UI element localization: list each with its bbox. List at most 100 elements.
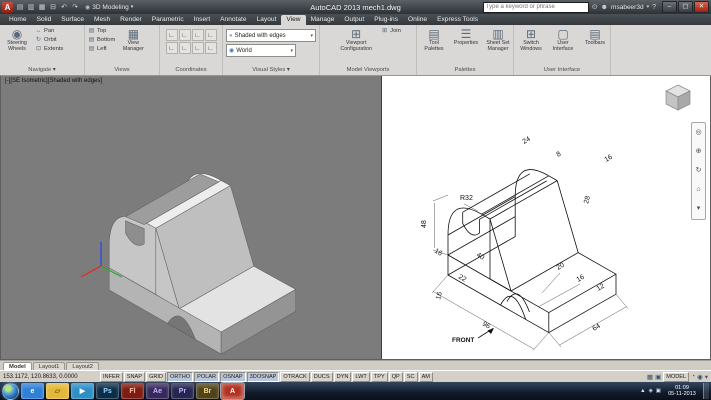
- ribbon-tab[interactable]: Layout: [252, 15, 282, 25]
- wireframe-canvas[interactable]: 16248R324816402822201612961664 FRONT: [382, 76, 710, 359]
- palette-button[interactable]: ▥ Sheet Set Manager: [483, 27, 513, 53]
- palette-button[interactable]: ▤ Tool Palettes: [419, 27, 449, 53]
- taskbar-app-button[interactable]: Pr: [171, 383, 194, 399]
- viewport-shaded[interactable]: [-][SE Isometric][Shaded with edges]: [1, 76, 382, 359]
- navbar-tool-icon[interactable]: ⊕: [696, 148, 702, 156]
- navbar-tool-icon[interactable]: ▾: [697, 205, 701, 213]
- ribbon-tab[interactable]: Annotate: [215, 15, 251, 25]
- search-icon[interactable]: ⊙: [592, 3, 598, 11]
- ribbon-tab[interactable]: Plug-ins: [369, 15, 403, 25]
- panel-label-model-viewports[interactable]: Model Viewports: [320, 65, 416, 75]
- ribbon-tab[interactable]: Manage: [306, 15, 340, 25]
- qat-icon[interactable]: ↷: [70, 3, 80, 11]
- signin-caret-icon[interactable]: ▾: [647, 4, 650, 10]
- start-button[interactable]: [2, 383, 19, 400]
- ucs-world-dropdown[interactable]: ◉ World ▾: [226, 44, 296, 57]
- viewport-wireframe[interactable]: 16248R324816402822201612961664 FRONT ◎ ⊕ ↻…: [382, 76, 710, 359]
- status-toggle-button[interactable]: SC: [404, 372, 418, 382]
- minimize-button[interactable]: –: [662, 1, 677, 13]
- ribbon-tab[interactable]: Home: [4, 15, 32, 25]
- taskbar-app-button[interactable]: A: [221, 383, 244, 399]
- ucs-tool-icon[interactable]: ∟: [179, 29, 191, 41]
- help-icon[interactable]: ?: [652, 4, 656, 11]
- ucs-tool-icon[interactable]: ∟: [205, 42, 217, 54]
- taskbar-app-button[interactable]: ▱: [46, 383, 69, 399]
- ui-tool-button[interactable]: ▤ Toolbars: [580, 27, 610, 53]
- taskbar-app-button[interactable]: Br: [196, 383, 219, 399]
- ribbon-tab[interactable]: View: [281, 15, 305, 25]
- status-toggle-button[interactable]: POLAR: [194, 372, 219, 382]
- ucs-tool-icon[interactable]: ∟: [205, 29, 217, 41]
- qat-icon[interactable]: ▥: [26, 3, 36, 11]
- navbar-tool-icon[interactable]: ◎: [695, 129, 701, 137]
- panel-label-user-interface[interactable]: User Interface: [514, 65, 610, 75]
- ribbon-tab[interactable]: Mesh: [89, 15, 115, 25]
- panel-label-palettes[interactable]: Palettes: [417, 65, 513, 75]
- status-toggle-button[interactable]: 3DOSNAP: [247, 372, 280, 382]
- status-toggle-button[interactable]: GRID: [146, 372, 166, 382]
- navbar-tool-icon[interactable]: ⌂: [696, 186, 700, 194]
- search-input[interactable]: [483, 2, 589, 13]
- workspace-switcher[interactable]: ◉ 3D Modeling ▾: [82, 4, 136, 11]
- navbar-tool-icon[interactable]: ↻: [696, 167, 702, 175]
- ribbon-tab[interactable]: Solid: [32, 15, 57, 25]
- panel-label-views[interactable]: Views: [85, 65, 159, 75]
- qat-icon[interactable]: ▤: [15, 3, 25, 11]
- ribbon-tab[interactable]: Parametric: [147, 15, 189, 25]
- status-toggle-button[interactable]: OTRACK: [280, 372, 309, 382]
- status-toggle-button[interactable]: AM: [419, 372, 433, 382]
- tray-icon[interactable]: ◈: [649, 388, 653, 394]
- status-toggle-button[interactable]: DYN: [334, 372, 352, 382]
- visual-style-dropdown[interactable]: ● Shaded with edges ▾: [226, 29, 316, 42]
- panel-label-visual-styles[interactable]: Visual Styles ▾: [223, 65, 319, 75]
- taskbar-clock[interactable]: 01:09 05-11-2013: [664, 385, 700, 398]
- ribbon-tab[interactable]: Output: [339, 15, 369, 25]
- navigate-tool-button[interactable]: ↔ Pan: [34, 27, 64, 35]
- steering-wheels-button[interactable]: ◉ Steering Wheels: [2, 27, 32, 53]
- statusbar-icon[interactable]: ▣: [655, 373, 661, 381]
- ucs-tool-icon[interactable]: ∟: [166, 42, 178, 54]
- taskbar-app-button[interactable]: Ps: [96, 383, 119, 399]
- view-preset-button[interactable]: ▤ Left: [87, 45, 116, 53]
- navigate-tool-button[interactable]: ⊡ Extents: [34, 45, 64, 53]
- qat-icon[interactable]: ▦: [37, 3, 47, 11]
- ui-tool-button[interactable]: ▢ User Interface: [548, 27, 578, 53]
- ucs-tool-icon[interactable]: ∟: [192, 29, 204, 41]
- ribbon-tab[interactable]: Online: [403, 15, 432, 25]
- statusbar-icon[interactable]: ▦: [647, 373, 653, 381]
- palette-button[interactable]: ☰ Properties: [451, 27, 481, 53]
- status-toggle-button[interactable]: DUCS: [311, 372, 333, 382]
- ui-tool-button[interactable]: ⊞ Switch Windows: [516, 27, 546, 53]
- ribbon-tab[interactable]: Express Tools: [432, 15, 483, 25]
- statusbar-icon[interactable]: ◔: [691, 373, 695, 381]
- taskbar-app-button[interactable]: Fl: [121, 383, 144, 399]
- navigate-tool-button[interactable]: ↻ Orbit: [34, 36, 64, 44]
- ucs-tool-icon[interactable]: ∟: [179, 42, 191, 54]
- panel-label-coordinates[interactable]: Coordinates: [160, 65, 222, 75]
- qat-icon[interactable]: ⊟: [48, 3, 58, 11]
- ribbon-tab[interactable]: Surface: [56, 15, 89, 25]
- shaded-model-canvas[interactable]: [1, 76, 381, 359]
- taskbar-app-button[interactable]: ▶: [71, 383, 94, 399]
- close-button[interactable]: ✕: [694, 1, 709, 13]
- view-manager-button[interactable]: ▦ View Manager: [118, 27, 148, 53]
- ribbon-tab[interactable]: Insert: [189, 15, 216, 25]
- qat-icon[interactable]: ↶: [59, 3, 69, 11]
- model-space-button[interactable]: MODEL: [663, 372, 689, 382]
- signin-user[interactable]: msabeer3d: [611, 4, 644, 11]
- status-toggle-button[interactable]: OSNAP: [220, 372, 246, 382]
- status-toggle-button[interactable]: QP: [389, 372, 403, 382]
- viewcube[interactable]: [662, 82, 694, 116]
- autocad-logo-icon[interactable]: A: [2, 2, 13, 13]
- taskbar-app-button[interactable]: e: [21, 383, 44, 399]
- tray-icon[interactable]: ▲: [640, 388, 645, 394]
- show-desktop-button[interactable]: [703, 383, 709, 399]
- ribbon-tab[interactable]: Render: [115, 15, 147, 25]
- viewport-configuration-button[interactable]: ⊞ Viewport Configuration: [334, 27, 378, 53]
- status-toggle-button[interactable]: SNAP: [124, 372, 145, 382]
- statusbar-icon[interactable]: ▾: [705, 373, 708, 381]
- viewport-join-button[interactable]: ⊞ Join: [380, 27, 402, 35]
- status-toggle-button[interactable]: TPY: [371, 372, 388, 382]
- maximize-button[interactable]: ▢: [678, 1, 693, 13]
- status-toggle-button[interactable]: LWT: [352, 372, 369, 382]
